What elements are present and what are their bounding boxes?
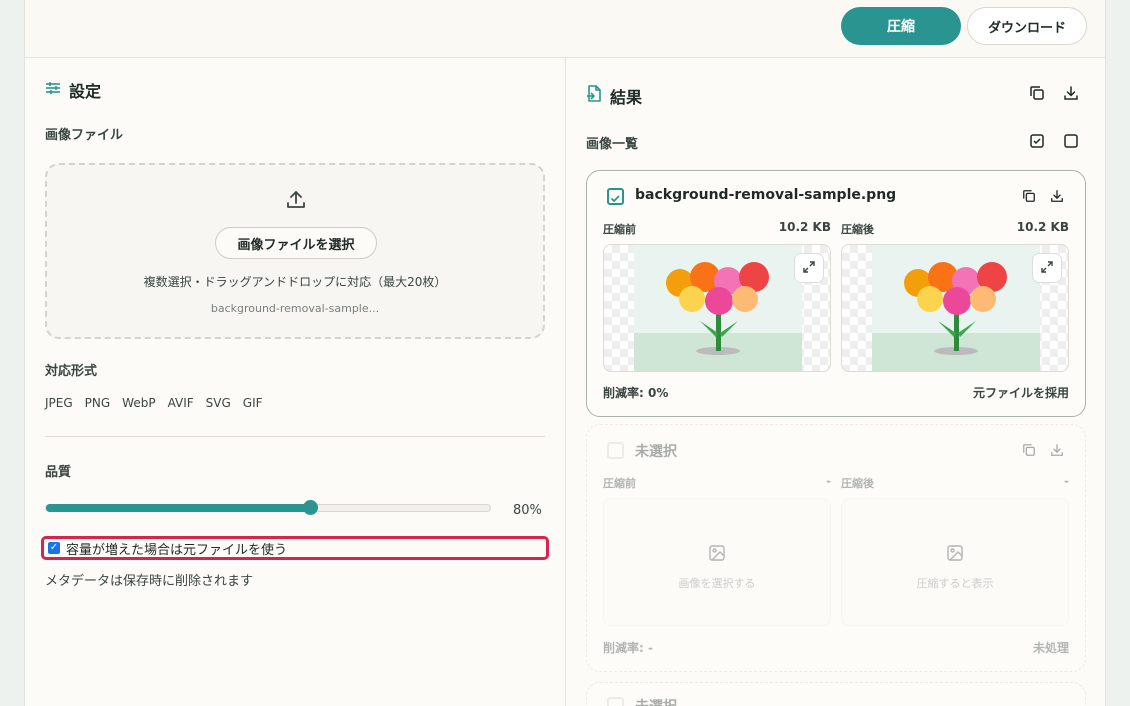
after-preview-empty: 圧縮すると表示 — [841, 498, 1069, 626]
divider — [45, 436, 545, 437]
quality-slider-thumb[interactable] — [303, 500, 318, 515]
before-preview — [603, 244, 831, 372]
card-filename: 未選択 — [635, 696, 677, 706]
format-item: JPEG — [45, 396, 73, 410]
before-size: 10.2 KB — [778, 220, 831, 234]
card-filename: 未選択 — [635, 444, 677, 460]
file-dropzone[interactable]: 画像ファイルを選択 複数選択・ドラッグアンドドロップに対応（最大20枚） bac… — [45, 163, 545, 339]
card-checkbox[interactable] — [607, 697, 624, 706]
copy-icon[interactable] — [1020, 187, 1038, 205]
card-content: 未選択 圧縮前 - 圧縮後 - 画像を選択する 圧縮すると表示 削減率: - 未… — [587, 425, 1085, 671]
after-size: - — [1064, 474, 1069, 488]
result-status: 未処理 — [1032, 641, 1069, 655]
app-window: 圧縮 ダウンロード 設定 画像ファイル 画像ファイルを選択 複数選択・ドラッグア… — [24, 0, 1106, 706]
expand-button[interactable] — [794, 253, 824, 283]
result-card-placeholder[interactable]: 未選択 — [586, 682, 1086, 706]
format-item: SVG — [205, 396, 231, 410]
metadata-note: メタデータは保存時に削除されます — [45, 574, 254, 589]
top-toolbar: 圧縮 ダウンロード — [25, 0, 1105, 58]
results-header: 結果 — [586, 84, 642, 108]
image-icon — [946, 544, 964, 566]
copy-icon[interactable] — [1020, 441, 1038, 459]
before-placeholder-text: 画像を選択する — [678, 577, 756, 590]
results-title: 結果 — [610, 88, 643, 107]
deselect-all-icon[interactable] — [1062, 132, 1080, 150]
formats-label: 対応形式 — [45, 364, 98, 379]
card-checkbox[interactable] — [607, 442, 624, 459]
settings-header: 設定 — [45, 78, 101, 102]
result-card[interactable]: background-removal-sample.png 圧縮前 10.2 K… — [586, 170, 1086, 417]
after-preview — [841, 244, 1069, 372]
before-label: 圧縮前 — [603, 477, 636, 490]
expand-button[interactable] — [1032, 253, 1062, 283]
download-icon[interactable] — [1048, 441, 1066, 459]
quality-slider-fill — [46, 504, 310, 512]
before-label: 圧縮前 — [603, 223, 636, 236]
after-placeholder-text: 圧縮すると表示 — [916, 577, 994, 590]
copy-all-icon[interactable] — [1028, 84, 1046, 102]
fallback-checkbox[interactable]: ✓ — [48, 542, 60, 554]
settings-title: 設定 — [69, 82, 102, 101]
quality-slider[interactable] — [45, 500, 491, 515]
quality-value: 80% — [513, 503, 542, 518]
download-all-icon[interactable] — [1062, 84, 1080, 102]
expand-icon — [802, 259, 816, 278]
card-filename: background-removal-sample.png — [635, 187, 897, 203]
before-size: - — [826, 474, 831, 488]
image-icon — [708, 544, 726, 566]
result-status: 元ファイルを採用 — [972, 386, 1069, 400]
after-size: 10.2 KB — [1016, 220, 1069, 234]
after-label: 圧縮後 — [841, 477, 874, 490]
file-export-icon — [586, 85, 602, 107]
fallback-checkbox-label[interactable]: 容量が増えた場合は元ファイルを使う — [66, 539, 287, 558]
upload-icon — [285, 189, 307, 215]
download-button[interactable]: ダウンロード — [967, 7, 1087, 45]
settings-panel: 設定 画像ファイル 画像ファイルを選択 複数選択・ドラッグアンドドロップに対応（… — [25, 58, 566, 706]
format-list: JPEG PNG WebP AVIF SVG GIF — [45, 396, 263, 410]
quality-label: 品質 — [45, 465, 72, 480]
format-item: GIF — [242, 396, 263, 410]
select-image-button[interactable]: 画像ファイルを選択 — [215, 227, 377, 259]
format-item: AVIF — [167, 396, 194, 410]
format-item: PNG — [84, 396, 111, 410]
image-file-label: 画像ファイル — [45, 128, 124, 143]
fallback-option-row[interactable]: ✓ 容量が増えた場合は元ファイルを使う — [41, 536, 549, 560]
card-content: 未選択 — [587, 683, 1085, 706]
card-checkbox-checked[interactable] — [607, 188, 624, 205]
download-icon[interactable] — [1048, 187, 1066, 205]
results-panel: 結果 画像一覧 background-removal-sample.png 圧縮… — [566, 58, 1107, 706]
compress-button[interactable]: 圧縮 — [841, 7, 961, 45]
dropzone-hint: 複数選択・ドラッグアンドドロップに対応（最大20枚） — [143, 275, 447, 289]
reduction-rate: 削減率: 0% — [603, 386, 669, 400]
result-card-placeholder[interactable]: 未選択 圧縮前 - 圧縮後 - 画像を選択する 圧縮すると表示 削減率: - 未… — [586, 424, 1086, 672]
reduction-rate: 削減率: - — [603, 641, 653, 655]
after-label: 圧縮後 — [841, 223, 874, 236]
expand-icon — [1040, 259, 1054, 278]
sliders-icon — [45, 80, 61, 100]
selected-filename: background-removal-sample... — [210, 302, 380, 315]
select-all-icon[interactable] — [1028, 132, 1046, 150]
before-preview-empty: 画像を選択する — [603, 498, 831, 626]
format-item: WebP — [122, 396, 156, 410]
image-list-label: 画像一覧 — [586, 137, 639, 152]
